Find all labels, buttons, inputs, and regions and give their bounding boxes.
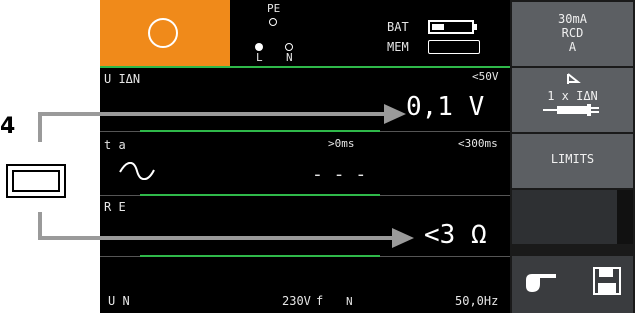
l-dot-icon [255,43,263,51]
ta-limit-max: <300ms [458,137,498,150]
blank-softkey[interactable] [512,190,617,244]
annotation-number: 4 [0,114,16,139]
n-label-bottom: N [346,295,353,308]
save-disk-icon[interactable] [592,266,622,296]
n-ring-icon [285,43,293,51]
rcd-current: 30mA [558,12,587,26]
mem-label: MEM [387,40,409,54]
u-idn-value: 0,1 V [406,92,485,122]
f-label: f [316,294,324,308]
limits-button[interactable]: LIMITS [512,134,633,188]
memory-icon [428,40,480,54]
softkey-panel: 30mA RCD A 1 x IΔN LIMITS [510,0,635,313]
f-value: 50,0Hz [455,294,499,308]
un-label: U N [108,294,130,308]
device-screen: PE L N BAT MEM U IΔN <50V 0,1 V t a >0ms… [100,0,635,313]
un-value: 230V [282,294,311,308]
ta-value: - - - [312,164,367,185]
n-label: N [286,51,293,64]
rcd-type: A [568,40,577,54]
wave-icon [566,73,581,84]
ta-limit-min: >0ms [328,137,355,150]
multiplier-label: 1 x IΔN [547,89,598,103]
plug-icon [542,104,599,116]
arrow-to-u-value [384,104,406,124]
battery-icon [428,20,474,34]
circle-icon [148,18,178,48]
re-value: <3 Ω [424,220,487,250]
ta-label: t a [104,138,126,152]
pe-ring-icon [269,18,277,26]
sine-icon [119,162,155,180]
l-label: L [256,51,263,64]
rcd-label: RCD [561,26,584,40]
u-idn-label: U IΔN [104,72,141,86]
mode-indicator[interactable] [100,0,230,68]
bat-label: BAT [387,20,409,34]
annotation-box-icon [6,164,66,198]
hand-pointer-icon[interactable] [524,270,560,294]
re-label: R E [104,200,126,214]
rcd-button[interactable]: 30mA RCD A [512,2,633,66]
pe-label: PE [267,2,281,15]
multiplier-button[interactable]: 1 x IΔN [512,68,633,132]
bottom-softkeys [512,256,633,313]
u-limit: <50V [472,70,499,83]
arrow-to-re-value [392,228,414,248]
